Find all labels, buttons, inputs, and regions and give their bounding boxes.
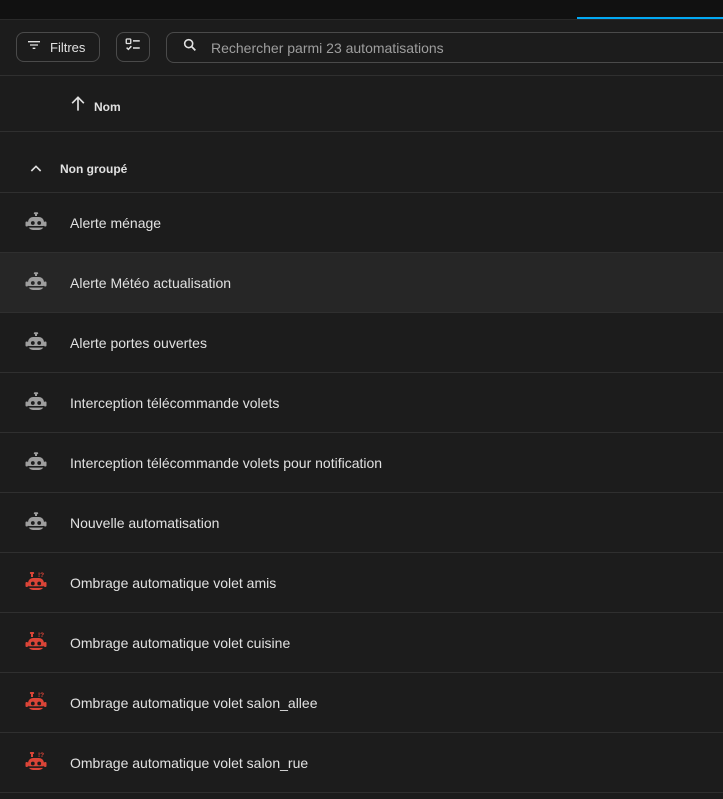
robot-icon [24, 511, 48, 535]
table-row[interactable]: Alerte portes ouvertes [0, 313, 723, 373]
checklist-icon [124, 36, 142, 59]
automation-name: Alerte Météo actualisation [70, 275, 232, 291]
table-row[interactable]: !? Ombrage automatique volet salon_rue [0, 733, 723, 793]
group-header-non-groupe[interactable]: Non groupé [0, 133, 723, 193]
svg-text:!?: !? [38, 752, 44, 759]
robot-icon [24, 331, 48, 355]
chevron-up-icon [28, 161, 44, 182]
table-row[interactable]: Alerte Météo actualisation [0, 253, 723, 313]
active-tab-indicator [577, 17, 723, 19]
automation-name: Ombrage automatique volet amis [70, 575, 277, 591]
filter-icon [26, 37, 42, 58]
automation-name: Ombrage automatique volet salon_rue [70, 755, 309, 771]
automation-name: Interception télécommande volets [70, 395, 280, 411]
robot-icon [24, 391, 48, 415]
sort-by-name-header[interactable]: Nom [68, 94, 121, 119]
robot-alert-icon: !? [24, 751, 48, 775]
table-row[interactable]: Interception télécommande volets pour no… [0, 433, 723, 493]
robot-alert-icon: !? [24, 571, 48, 595]
automation-name: Alerte ménage [70, 215, 162, 231]
svg-text:!?: !? [38, 632, 44, 639]
automation-list: Alerte ménage Alerte Météo actualisation… [0, 193, 723, 793]
table-row[interactable]: Interception télécommande volets [0, 373, 723, 433]
automation-name: Interception télécommande volets pour no… [70, 455, 383, 471]
automation-name: Alerte portes ouvertes [70, 335, 207, 351]
table-row[interactable]: !? Ombrage automatique volet salon_allee [0, 673, 723, 733]
svg-text:!?: !? [38, 572, 44, 579]
sort-column-label: Nom [94, 99, 121, 114]
svg-text:!?: !? [38, 692, 44, 699]
top-app-bar [0, 0, 723, 20]
filters-button[interactable]: Filtres [16, 32, 100, 62]
automation-name: Nouvelle automatisation [70, 515, 220, 531]
robot-icon [24, 271, 48, 295]
robot-icon [24, 211, 48, 235]
robot-alert-icon: !? [24, 631, 48, 655]
filters-button-label: Filtres [50, 39, 86, 55]
automation-name: Ombrage automatique volet salon_allee [70, 695, 318, 711]
toolbar: Filtres [0, 20, 723, 76]
selection-mode-button[interactable] [116, 32, 150, 62]
table-row[interactable]: Alerte ménage [0, 193, 723, 253]
table-row[interactable]: !? Ombrage automatique volet amis [0, 553, 723, 613]
group-label: Non groupé [60, 162, 128, 176]
robot-alert-icon: !? [24, 691, 48, 715]
robot-icon [24, 451, 48, 475]
table-header: Nom [0, 76, 723, 132]
table-row[interactable]: !? Ombrage automatique volet cuisine [0, 613, 723, 673]
table-row[interactable]: Nouvelle automatisation [0, 493, 723, 553]
search-icon [182, 37, 198, 58]
arrow-up-icon [68, 94, 88, 119]
search-input[interactable] [209, 38, 723, 57]
automation-name: Ombrage automatique volet cuisine [70, 635, 291, 651]
search-field[interactable] [166, 32, 723, 63]
